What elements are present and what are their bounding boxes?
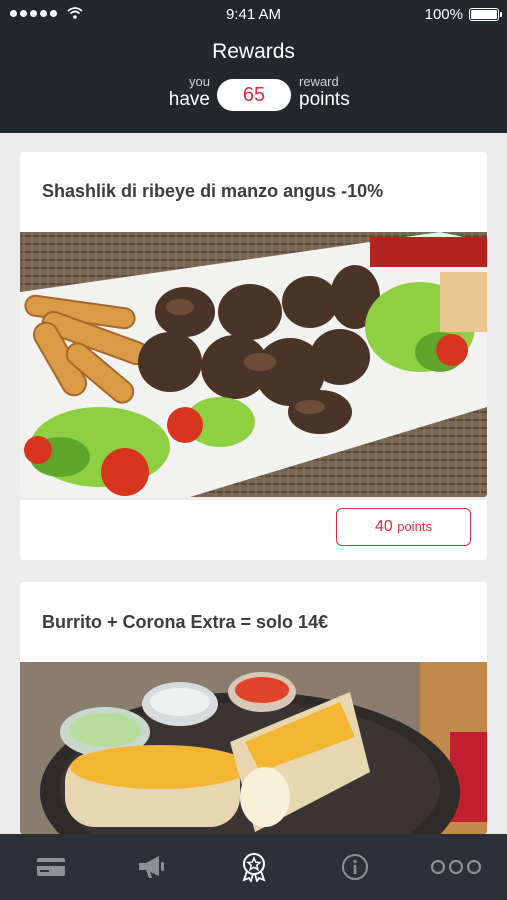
reward-title: Shashlik di ribeye di manzo angus -10% [42, 181, 384, 201]
you-label: you [189, 74, 210, 89]
more-icon [431, 859, 482, 875]
megaphone-icon [139, 856, 165, 878]
points-cost: 40 [375, 518, 393, 535]
tab-more[interactable] [406, 834, 507, 900]
reward-card[interactable]: Shashlik di ribeye di manzo angus -10% [20, 152, 487, 497]
reward-photo [20, 662, 487, 834]
points-summary: you have 65 reward points [0, 75, 507, 115]
tab-bar [0, 834, 507, 900]
reward-card-footer: 40 points [20, 500, 487, 560]
card-icon [36, 858, 65, 876]
reward-label: reward [299, 74, 339, 89]
battery-area: 100% [424, 6, 502, 23]
tab-card[interactable] [0, 834, 101, 900]
header: 9:41 AM 100% Rewards you have 65 reward … [0, 0, 507, 133]
reward-title: Burrito + Corona Extra = solo 14€ [42, 612, 329, 632]
info-icon [341, 854, 368, 880]
reward-photo [20, 232, 487, 497]
tab-rewards[interactable] [203, 834, 304, 900]
have-label: have [168, 89, 210, 110]
battery-percent: 100% [424, 6, 463, 23]
tab-promotions[interactable] [101, 834, 202, 900]
points-balance-badge: 65 [217, 79, 291, 111]
points-prefix: you have [169, 75, 210, 109]
reward-card[interactable]: Burrito + Corona Extra = solo 14€ [20, 582, 487, 834]
points-suffix: reward points [299, 75, 350, 109]
rewards-badge-icon [242, 853, 265, 882]
status-bar: 9:41 AM 100% [0, 0, 507, 30]
points-label: points [299, 89, 350, 110]
redeem-points-button[interactable]: 40 points [336, 508, 471, 546]
battery-icon [469, 8, 502, 21]
tab-info[interactable] [304, 834, 405, 900]
page-title: Rewards [212, 40, 295, 63]
points-unit: points [397, 519, 432, 534]
